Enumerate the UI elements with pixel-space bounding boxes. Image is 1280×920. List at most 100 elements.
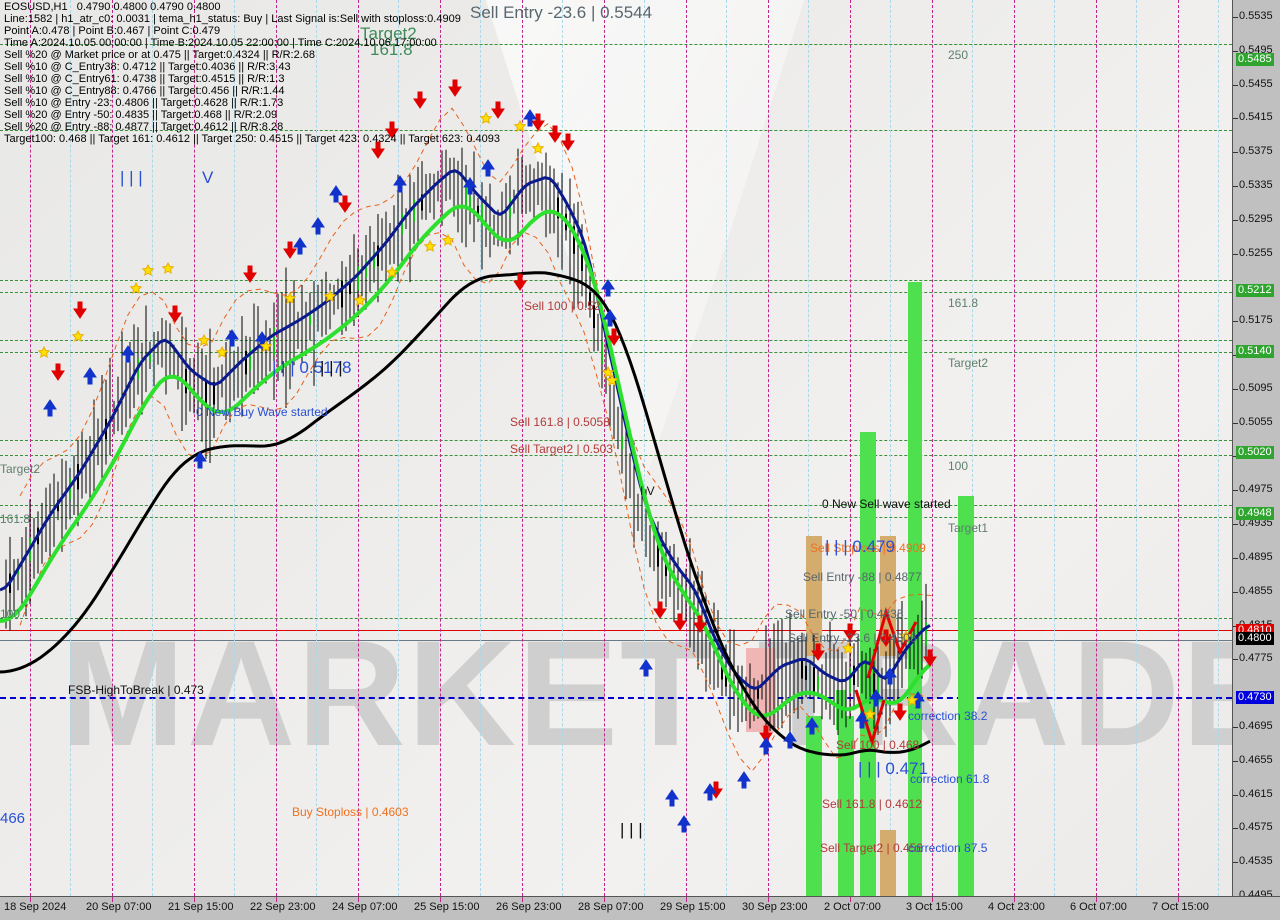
info-line-5: Sell %10 @ C_Entry61: 0.4738 || Target:0…	[4, 73, 285, 85]
price-badge-fsb-7[interactable]: 0.4730	[1236, 691, 1274, 705]
fib-label-right-1: 161.8	[948, 296, 979, 310]
fib-label-right-2: Target2	[948, 356, 989, 370]
price-tick-mark	[1233, 862, 1238, 864]
time-tick-mark	[440, 897, 441, 902]
price-tick-mark	[1233, 591, 1238, 593]
price-tick-3: 0.5415	[1239, 111, 1273, 124]
time-tick-14: 7 Oct 15:00	[1152, 901, 1209, 913]
price-tick-20: 0.4655	[1239, 753, 1273, 766]
annotation-6: Sell 100 | 0.52	[524, 299, 601, 313]
price-tick-mark	[1233, 557, 1238, 559]
fib-label-right-3: 100	[948, 459, 969, 473]
annotation-16: Sell Entry -23.6 | 0.4806	[788, 631, 917, 645]
info-line-6: Sell %10 @ C_Entry88: 0.4766 || Target:0…	[4, 85, 285, 97]
price-badge-level-4[interactable]: 0.4948	[1236, 507, 1274, 521]
annotation-26: | | |	[620, 820, 643, 839]
price-tick-mark	[1233, 253, 1238, 255]
annotation-8: Sell 161.8 | 0.5058	[510, 415, 610, 429]
time-tick-mark	[358, 897, 359, 902]
time-tick-12: 4 Oct 23:00	[988, 901, 1045, 913]
price-tick-mark	[1233, 490, 1238, 492]
annotation-10: I V	[640, 484, 655, 498]
time-tick-mark	[1096, 897, 1097, 902]
price-axis[interactable]: 0.5535 0.5495 0.5455 0.5415 0.5375 0.5335 0.52…	[1232, 0, 1280, 901]
price-tick-13: 0.4975	[1239, 483, 1273, 496]
price-tick-mark	[1233, 760, 1238, 762]
info-line-9: Sell %20 @ Entry -88: 0.4877 || Target:0…	[4, 121, 284, 133]
price-tick-mark	[1233, 50, 1238, 52]
time-tick-mark	[768, 897, 769, 902]
info-line-1: Point A:0.478 | Point B:0.467 | Point C:…	[4, 25, 221, 37]
price-tick-19: 0.4695	[1239, 719, 1273, 732]
price-tick-mark	[1233, 794, 1238, 796]
price-tick-4: 0.5375	[1239, 145, 1273, 158]
time-tick-mark	[194, 897, 195, 902]
price-badge-level-3[interactable]: 0.5020	[1236, 446, 1274, 460]
time-axis[interactable]: 18 Sep 2024 20 Sep 07:00 21 Sep 15:00 22 Se…	[0, 896, 1280, 920]
price-tick-mark	[1233, 321, 1238, 323]
price-badge-level-0[interactable]: 0.5485	[1236, 53, 1274, 67]
time-tick-mark	[850, 897, 851, 902]
time-tick-2: 21 Sep 15:00	[168, 901, 234, 913]
price-tick-mark	[1233, 388, 1238, 390]
info-line-2: Time A:2024.10.05 00:00:00 | Time B:2024…	[4, 37, 437, 49]
time-tick-0: 18 Sep 2024	[4, 901, 67, 913]
time-tick-mark	[932, 897, 933, 902]
time-tick-13: 6 Oct 07:00	[1070, 901, 1127, 913]
time-tick-6: 26 Sep 23:00	[496, 901, 562, 913]
time-tick-mark	[30, 897, 31, 902]
fib-label-right-4: Target1	[948, 521, 989, 535]
time-tick-5: 25 Sep 15:00	[414, 901, 480, 913]
annotation-17: FSB-HighToBreak | 0.473	[68, 683, 204, 697]
price-tick-mark	[1233, 422, 1238, 424]
price-tick-mark	[1233, 84, 1238, 86]
price-tick-16: 0.4855	[1239, 584, 1273, 597]
annotation-3: | | |	[120, 168, 143, 187]
time-tick-mark	[604, 897, 605, 902]
fib-label-left-2: 100	[0, 607, 21, 621]
price-tick-18: 0.4775	[1239, 652, 1273, 665]
time-tick-10: 2 Oct 07:00	[824, 901, 881, 913]
info-line-8: Sell %20 @ Entry -50: 0.4835 || Target:0…	[4, 109, 278, 121]
info-line-4: Sell %10 @ C_Entry38: 0.4712 || Target:0…	[4, 61, 291, 73]
annotation-4: V	[202, 168, 214, 187]
annotation-27: | | |	[320, 358, 343, 377]
time-tick-9: 30 Sep 23:00	[742, 901, 808, 913]
annotation-11: 0 New Sell wave started	[822, 497, 951, 511]
price-tick-7: 0.5255	[1239, 246, 1273, 259]
price-tick-6: 0.5295	[1239, 212, 1273, 225]
price-tick-0: 0.5535	[1239, 9, 1273, 22]
time-tick-8: 29 Sep 15:00	[660, 901, 726, 913]
annotation-22: Buy Stoploss | 0.4603	[292, 805, 409, 819]
time-tick-mark	[522, 897, 523, 902]
price-tick-21: 0.4615	[1239, 787, 1273, 800]
annotation-19: Sell 100 | 0.468	[836, 738, 920, 752]
info-line-3: Sell %20 @ Market price or at 0.475 || T…	[4, 49, 315, 61]
price-tick-mark	[1233, 828, 1238, 830]
time-tick-11: 3 Oct 15:00	[906, 901, 963, 913]
annotation-9: Sell Target2 | 0.503	[510, 442, 613, 456]
price-chart-plot[interactable]: MARKET TRADE 250 161.8 Target2 100 Target1 Ta…	[0, 0, 1232, 896]
quote-values: 0.4790 0.4800 0.4790 0.4800	[76, 1, 221, 13]
time-tick-mark	[1014, 897, 1015, 902]
price-tick-8: 0.5175	[1239, 314, 1273, 327]
price-tick-mark	[1233, 118, 1238, 120]
annotation-21: correction 61.8	[910, 772, 990, 786]
info-line-10: Target100: 0.468 || Target 161: 0.4612 |…	[4, 133, 501, 145]
price-tick-5: 0.5335	[1239, 178, 1273, 191]
time-tick-mark	[686, 897, 687, 902]
annotation-14: Sell Entry -88 | 0.4877	[803, 570, 922, 584]
fib-label-right-0: 250	[948, 48, 969, 62]
price-tick-15: 0.4895	[1239, 550, 1273, 563]
price-badge-last-6[interactable]: 0.4800	[1236, 632, 1274, 646]
price-tick-2: 0.5455	[1239, 77, 1273, 90]
price-badge-level-1[interactable]: 0.5212	[1236, 283, 1274, 297]
price-tick-mark	[1233, 185, 1238, 187]
annotation-15: Sell Entry -50 | 0.4835	[785, 607, 904, 621]
time-tick-mark	[276, 897, 277, 902]
price-tick-mark	[1233, 726, 1238, 728]
time-tick-1: 20 Sep 07:00	[86, 901, 152, 913]
fib-label-left-0: Target2	[0, 462, 41, 476]
price-tick-22: 0.4575	[1239, 821, 1273, 834]
price-badge-level-2[interactable]: 0.5140	[1236, 344, 1274, 358]
